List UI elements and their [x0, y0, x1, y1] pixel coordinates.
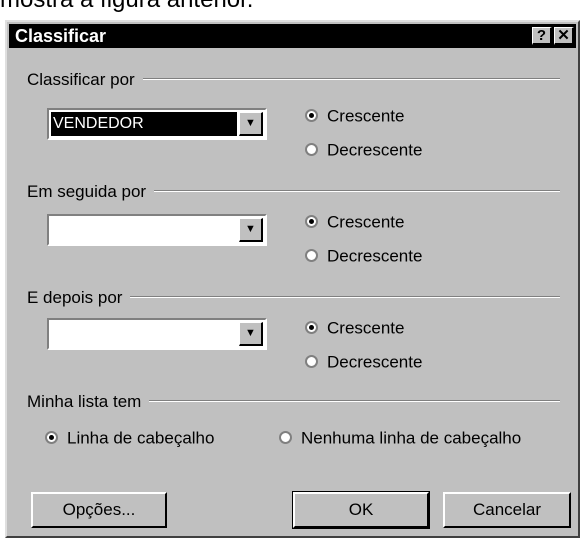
radio-selected-icon: [305, 321, 318, 335]
header-row-radio[interactable]: Linha de cabeçalho: [45, 428, 214, 450]
dialog-title: Classificar: [15, 26, 107, 46]
radio-unselected-icon: [305, 249, 318, 263]
sort-by-group: Classificar por: [27, 70, 560, 89]
list-header-group: Minha lista tem: [27, 392, 560, 411]
and-then-by-descending-radio[interactable]: Decrescente: [305, 352, 422, 374]
radio-label: Crescente: [327, 106, 405, 126]
sort-dialog: Classificar ? ✕ Classificar por VENDEDOR…: [5, 20, 580, 538]
radio-label: Linha de cabeçalho: [67, 428, 215, 448]
radio-selected-icon: [45, 431, 58, 445]
then-by-ascending-radio[interactable]: Crescente: [305, 212, 404, 234]
chevron-down-icon[interactable]: ▼: [239, 218, 263, 242]
chevron-down-icon[interactable]: ▼: [239, 322, 263, 346]
sort-by-value: VENDEDOR: [51, 112, 237, 136]
help-button[interactable]: ?: [532, 27, 552, 45]
radio-unselected-icon: [279, 431, 292, 445]
radio-unselected-icon: [305, 143, 318, 157]
radio-label: Decrescente: [327, 140, 423, 160]
and-then-by-ascending-radio[interactable]: Crescente: [305, 318, 404, 340]
then-by-descending-radio[interactable]: Decrescente: [305, 246, 422, 268]
sort-by-dropdown[interactable]: VENDEDOR ▼: [47, 108, 267, 140]
document-text: mostra a figura anterior.: [0, 0, 253, 14]
then-by-group: Em seguida por: [27, 182, 560, 201]
list-header-label: Minha lista tem: [27, 392, 150, 411]
radio-label: Crescente: [327, 212, 405, 232]
radio-label: Nenhuma linha de cabeçalho: [301, 428, 522, 448]
then-by-dropdown[interactable]: ▼: [47, 214, 267, 246]
chevron-down-icon[interactable]: ▼: [239, 112, 263, 136]
and-then-by-group: E depois por: [27, 288, 560, 307]
sort-by-descending-radio[interactable]: Decrescente: [305, 140, 422, 162]
radio-label: Crescente: [327, 318, 405, 338]
sort-by-ascending-radio[interactable]: Crescente: [305, 106, 404, 128]
radio-label: Decrescente: [327, 352, 423, 372]
options-button[interactable]: Opções...: [31, 492, 167, 528]
title-bar: Classificar ? ✕: [9, 24, 576, 48]
radio-label: Decrescente: [327, 246, 423, 266]
sort-by-label: Classificar por: [27, 70, 143, 89]
close-button[interactable]: ✕: [554, 27, 574, 45]
and-then-by-dropdown[interactable]: ▼: [47, 318, 267, 350]
radio-selected-icon: [305, 215, 318, 229]
then-by-label: Em seguida por: [27, 182, 155, 201]
no-header-row-radio[interactable]: Nenhuma linha de cabeçalho: [279, 428, 521, 450]
cancel-button[interactable]: Cancelar: [443, 492, 571, 528]
radio-selected-icon: [305, 109, 318, 123]
and-then-by-label: E depois por: [27, 288, 131, 307]
radio-unselected-icon: [305, 355, 318, 369]
ok-button[interactable]: OK: [292, 491, 430, 529]
